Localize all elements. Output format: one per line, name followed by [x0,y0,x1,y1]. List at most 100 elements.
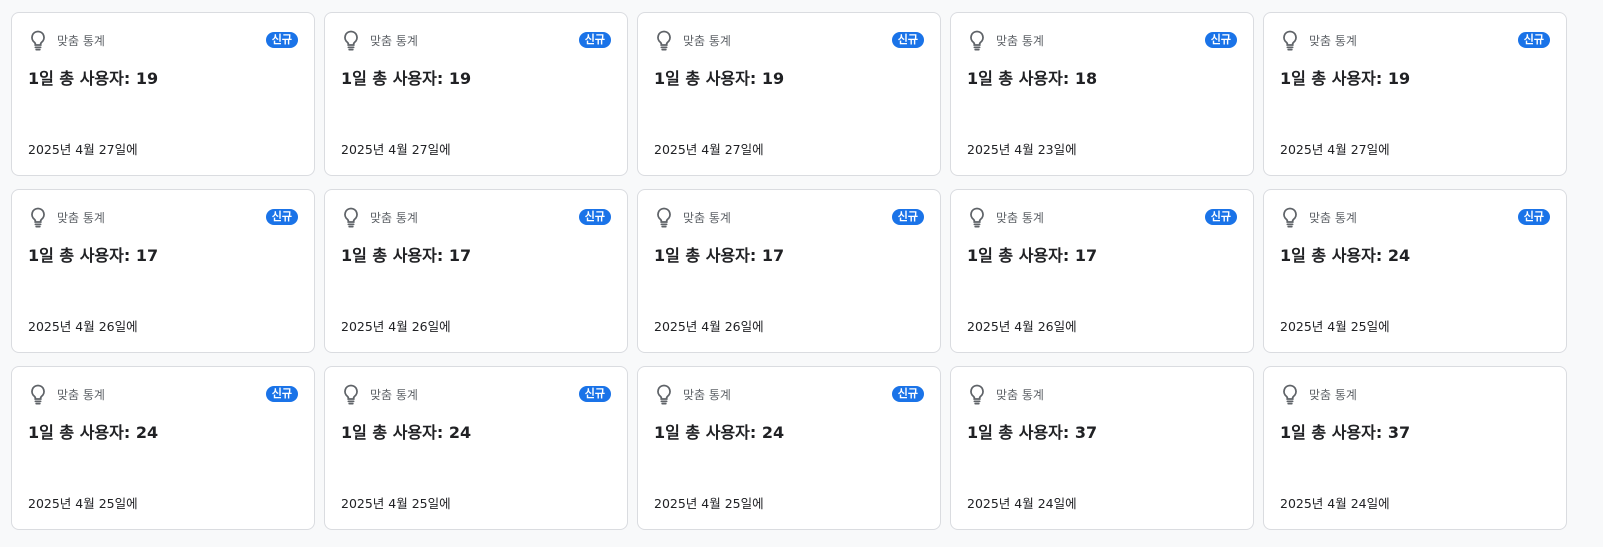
lightbulb-icon [341,29,361,51]
lightbulb-icon [28,206,48,228]
card-date: 2025년 4월 25일에 [28,496,138,511]
card-date: 2025년 4월 27일에 [654,142,764,157]
lightbulb-icon [967,29,987,51]
card-header: 맞춤 통계 신규 [28,29,298,51]
card-category: 맞춤 통계 [57,33,105,48]
card-metric: 1일 총 사용자: 37 [1280,423,1411,442]
card-header: 맞춤 통계 [967,383,1237,405]
card-date: 2025년 4월 24일에 [1280,496,1390,511]
insight-card[interactable]: 맞춤 통계 신규 1일 총 사용자: 19 2025년 4월 27일에 [637,12,941,176]
insight-card[interactable]: 맞춤 통계 신규 1일 총 사용자: 17 2025년 4월 26일에 [950,189,1254,353]
lightbulb-icon [1280,29,1300,51]
card-header: 맞춤 통계 신규 [967,29,1237,51]
card-category: 맞춤 통계 [370,33,418,48]
card-date: 2025년 4월 25일에 [654,496,764,511]
lightbulb-icon [654,29,674,51]
lightbulb-icon [1280,383,1300,405]
insight-card[interactable]: 맞춤 통계 신규 1일 총 사용자: 19 2025년 4월 27일에 [11,12,315,176]
card-metric: 1일 총 사용자: 17 [28,246,159,265]
new-badge: 신규 [891,386,924,402]
card-metric: 1일 총 사용자: 19 [1280,69,1411,88]
card-category: 맞춤 통계 [1309,210,1357,225]
card-date: 2025년 4월 27일에 [28,142,138,157]
card-category: 맞춤 통계 [1309,33,1357,48]
card-date: 2025년 4월 27일에 [1280,142,1390,157]
card-metric: 1일 총 사용자: 17 [967,246,1098,265]
new-badge: 신규 [891,209,924,225]
insights-grid: 맞춤 통계 신규 1일 총 사용자: 19 2025년 4월 27일에 맞춤 통… [0,0,1603,547]
card-category: 맞춤 통계 [1309,387,1357,402]
card-category: 맞춤 통계 [683,210,731,225]
card-metric: 1일 총 사용자: 19 [341,69,472,88]
card-date: 2025년 4월 25일에 [341,496,451,511]
card-date: 2025년 4월 27일에 [341,142,451,157]
card-header: 맞춤 통계 신규 [341,29,611,51]
card-date: 2025년 4월 26일에 [341,319,451,334]
card-date: 2025년 4월 26일에 [654,319,764,334]
insight-card[interactable]: 맞춤 통계 신규 1일 총 사용자: 17 2025년 4월 26일에 [324,189,628,353]
card-category: 맞춤 통계 [57,210,105,225]
new-badge: 신규 [265,209,298,225]
card-category: 맞춤 통계 [370,210,418,225]
card-category: 맞춤 통계 [683,387,731,402]
card-header: 맞춤 통계 신규 [654,383,924,405]
new-badge: 신규 [1517,32,1550,48]
card-header: 맞춤 통계 신규 [341,383,611,405]
lightbulb-icon [28,383,48,405]
card-date: 2025년 4월 26일에 [967,319,1077,334]
insight-card[interactable]: 맞춤 통계 신규 1일 총 사용자: 24 2025년 4월 25일에 [324,366,628,530]
card-metric: 1일 총 사용자: 24 [341,423,472,442]
card-metric: 1일 총 사용자: 18 [967,69,1098,88]
card-metric: 1일 총 사용자: 24 [654,423,785,442]
lightbulb-icon [341,383,361,405]
card-header: 맞춤 통계 신규 [654,206,924,228]
card-metric: 1일 총 사용자: 17 [654,246,785,265]
lightbulb-icon [341,206,361,228]
card-header: 맞춤 통계 신규 [341,206,611,228]
new-badge: 신규 [578,209,611,225]
new-badge: 신규 [1204,32,1237,48]
lightbulb-icon [654,383,674,405]
card-date: 2025년 4월 25일에 [1280,319,1390,334]
card-category: 맞춤 통계 [996,387,1044,402]
new-badge: 신규 [265,32,298,48]
card-metric: 1일 총 사용자: 19 [28,69,159,88]
lightbulb-icon [28,29,48,51]
new-badge: 신규 [1517,209,1550,225]
card-metric: 1일 총 사용자: 24 [1280,246,1411,265]
card-date: 2025년 4월 24일에 [967,496,1077,511]
new-badge: 신규 [578,386,611,402]
card-category: 맞춤 통계 [683,33,731,48]
insight-card[interactable]: 맞춤 통계 신규 1일 총 사용자: 18 2025년 4월 23일에 [950,12,1254,176]
card-header: 맞춤 통계 신규 [28,383,298,405]
card-metric: 1일 총 사용자: 37 [967,423,1098,442]
card-metric: 1일 총 사용자: 17 [341,246,472,265]
insight-card[interactable]: 맞춤 통계 신규 1일 총 사용자: 19 2025년 4월 27일에 [1263,12,1567,176]
card-metric: 1일 총 사용자: 19 [654,69,785,88]
lightbulb-icon [1280,206,1300,228]
insight-card[interactable]: 맞춤 통계 신규 1일 총 사용자: 24 2025년 4월 25일에 [1263,189,1567,353]
lightbulb-icon [654,206,674,228]
insight-card[interactable]: 맞춤 통계 신규 1일 총 사용자: 17 2025년 4월 26일에 [637,189,941,353]
lightbulb-icon [967,383,987,405]
card-category: 맞춤 통계 [996,33,1044,48]
new-badge: 신규 [578,32,611,48]
card-header: 맞춤 통계 신규 [1280,29,1550,51]
new-badge: 신규 [891,32,924,48]
card-category: 맞춤 통계 [57,387,105,402]
new-badge: 신규 [265,386,298,402]
insight-card[interactable]: 맞춤 통계 신규 1일 총 사용자: 24 2025년 4월 25일에 [637,366,941,530]
insight-card[interactable]: 맞춤 통계 신규 1일 총 사용자: 17 2025년 4월 26일에 [11,189,315,353]
card-date: 2025년 4월 26일에 [28,319,138,334]
card-header: 맞춤 통계 [1280,383,1550,405]
insight-card[interactable]: 맞춤 통계 1일 총 사용자: 37 2025년 4월 24일에 [950,366,1254,530]
card-header: 맞춤 통계 신규 [654,29,924,51]
card-date: 2025년 4월 23일에 [967,142,1077,157]
insight-card[interactable]: 맞춤 통계 신규 1일 총 사용자: 19 2025년 4월 27일에 [324,12,628,176]
card-category: 맞춤 통계 [370,387,418,402]
insight-card[interactable]: 맞춤 통계 신규 1일 총 사용자: 24 2025년 4월 25일에 [11,366,315,530]
card-metric: 1일 총 사용자: 24 [28,423,159,442]
insight-card[interactable]: 맞춤 통계 1일 총 사용자: 37 2025년 4월 24일에 [1263,366,1567,530]
card-header: 맞춤 통계 신규 [1280,206,1550,228]
card-header: 맞춤 통계 신규 [967,206,1237,228]
